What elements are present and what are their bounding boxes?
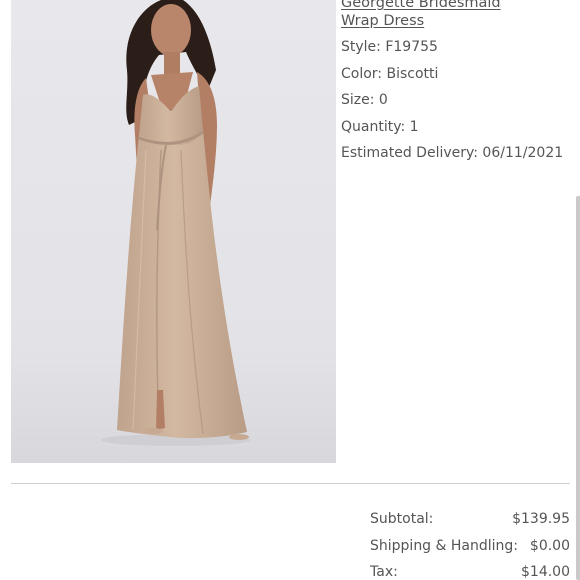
product-size: Size: 0	[341, 92, 388, 108]
dress-model-illustration	[11, 0, 336, 463]
product-color: Color: Biscotti	[341, 66, 439, 82]
tax-label: Tax:	[370, 564, 398, 580]
product-name-link[interactable]: Georgette Bridesmaid Wrap Dress	[341, 0, 576, 30]
order-page: Georgette Bridesmaid Wrap Dress Style: F…	[0, 0, 580, 580]
estimated-delivery: Estimated Delivery: 06/11/2021	[341, 145, 564, 161]
tax-value: $14.00	[521, 564, 570, 580]
product-quantity: Quantity: 1	[341, 119, 419, 135]
product-image[interactable]	[11, 0, 336, 463]
shipping-value: $0.00	[529, 538, 570, 554]
product-name-line-2[interactable]: Wrap Dress	[341, 13, 424, 29]
subtotal-value: $139.95	[512, 511, 570, 527]
product-details: Georgette Bridesmaid Wrap Dress Style: F…	[341, 0, 576, 161]
shipping-label: Shipping & Handling:	[370, 538, 519, 554]
section-divider	[11, 483, 570, 484]
scrollbar[interactable]	[576, 196, 580, 580]
subtotal-label: Subtotal:	[370, 511, 434, 527]
product-style: Style: F19755	[341, 39, 438, 55]
product-name-line-1[interactable]: Georgette Bridesmaid	[341, 0, 501, 11]
